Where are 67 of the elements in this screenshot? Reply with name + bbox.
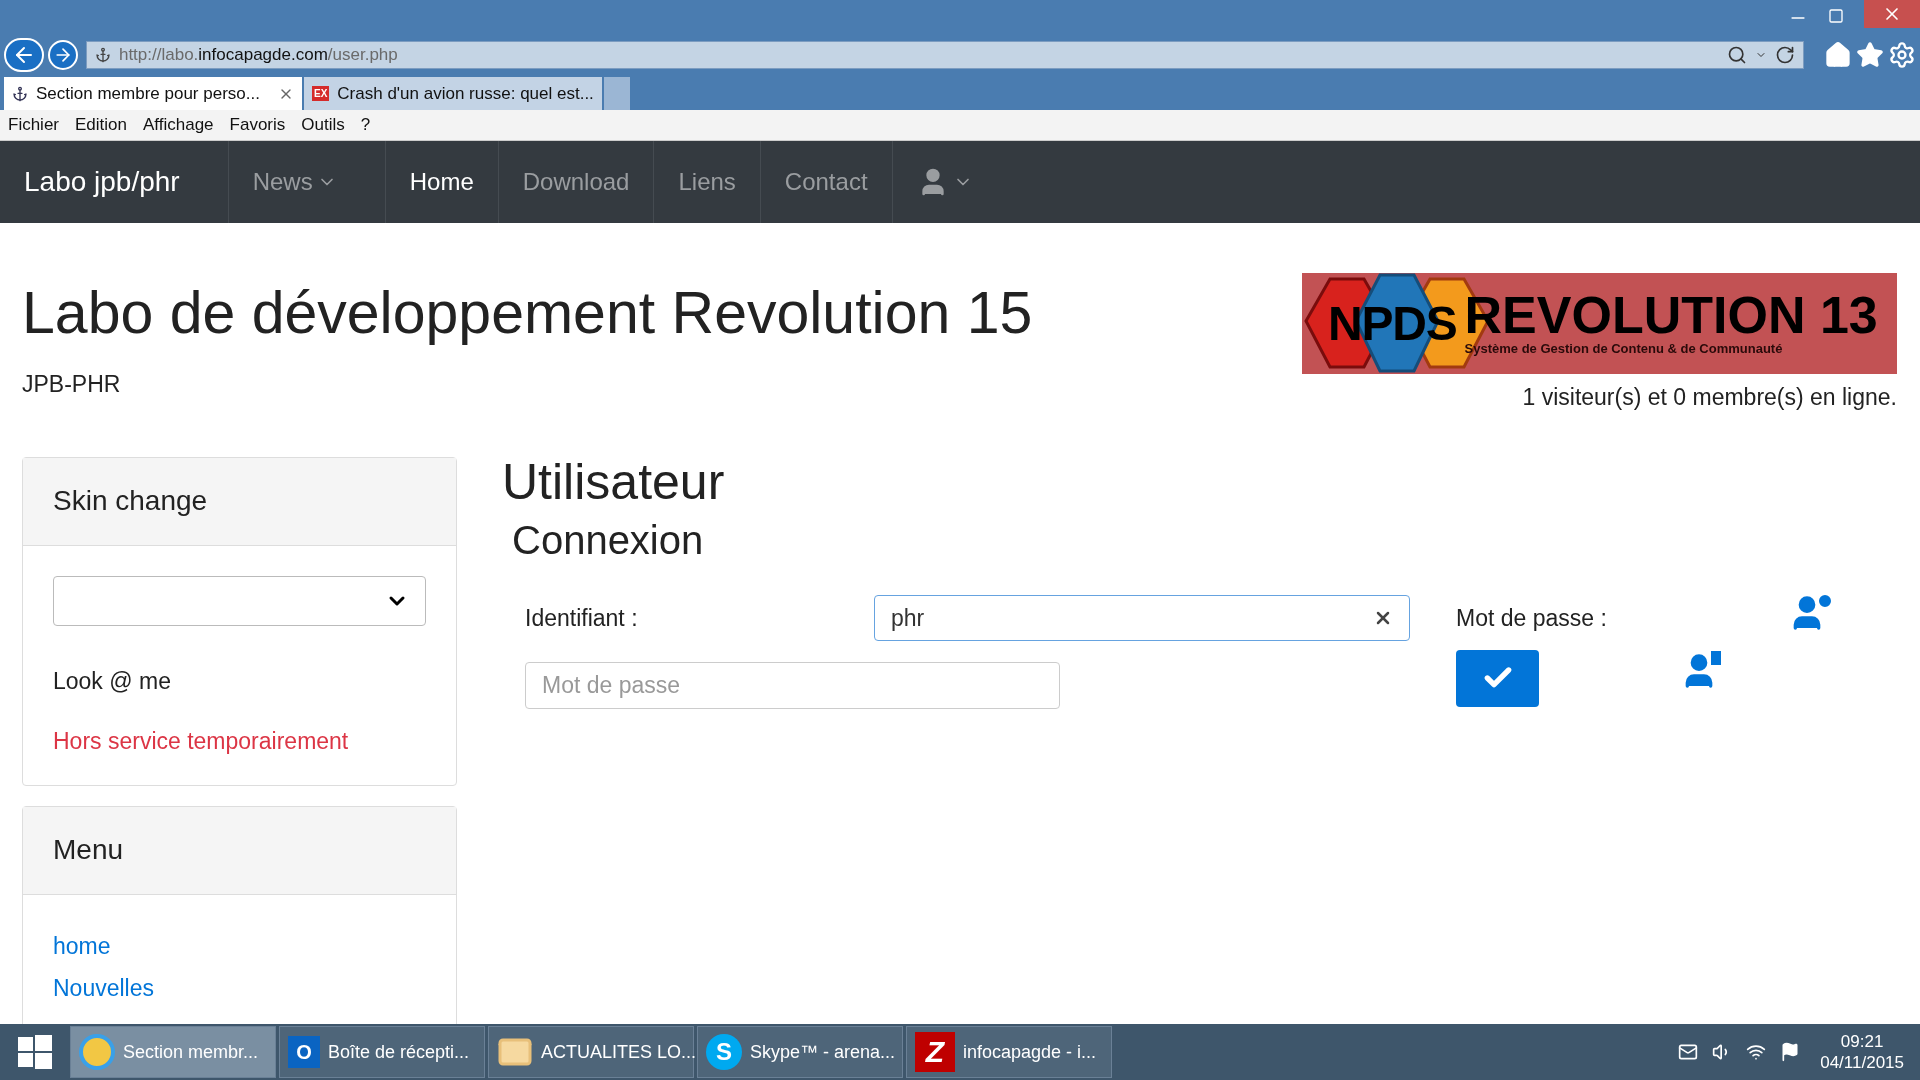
site-badge: EX — [312, 86, 330, 101]
password-field[interactable]: Mot de passe — [525, 661, 1060, 709]
browser-tab[interactable]: Section membre pour perso... — [4, 77, 302, 110]
nav-link[interactable]: Home — [384, 141, 498, 223]
taskbar-label: Section membr... — [123, 1040, 259, 1064]
outlook-icon: O — [288, 1036, 320, 1068]
menu-item[interactable]: Fichier — [8, 112, 59, 138]
menu-link[interactable]: Nouvelles — [53, 971, 426, 1006]
star-icon[interactable] — [1856, 41, 1885, 69]
forward-button[interactable] — [47, 40, 78, 70]
browser-icon — [79, 1034, 115, 1070]
address-text: http://labo.infocapagde.com/user.php — [118, 44, 398, 67]
back-button[interactable] — [4, 38, 44, 72]
address-field[interactable]: http://labo.infocapagde.com/user.php — [85, 41, 1805, 69]
logo-title: REVOLUTION 13 — [1464, 289, 1878, 342]
card-text: Look @ me — [53, 666, 172, 696]
taskbar-item[interactable]: S Skype™ - arena... — [697, 1026, 903, 1078]
taskbar-item[interactable]: Z infocapagde - i... — [906, 1026, 1112, 1078]
menu-item[interactable]: ? — [360, 112, 371, 138]
username-value: phr — [891, 603, 926, 633]
signal-icon[interactable] — [1746, 1042, 1767, 1062]
clock[interactable]: 09:21 04/11/2015 — [1820, 1030, 1904, 1074]
menu-item[interactable]: Edition — [75, 112, 127, 138]
warning-text: Hors service temporairement — [53, 727, 350, 756]
section-title: Utilisateur — [502, 452, 726, 512]
taskbar-label: Skype™ - arena... — [750, 1040, 896, 1064]
skype-icon: S — [706, 1034, 742, 1070]
anchor-icon — [12, 85, 28, 102]
filezilla-icon: Z — [915, 1032, 955, 1072]
taskbar-item[interactable]: ACTUALITES LO... — [488, 1026, 694, 1078]
search-icon[interactable] — [1727, 45, 1748, 65]
settings-icon[interactable] — [1888, 41, 1916, 69]
mail-icon[interactable] — [1678, 1042, 1699, 1062]
refresh-icon[interactable] — [1775, 45, 1796, 65]
home-icon[interactable] — [1824, 41, 1853, 69]
taskbar-item[interactable]: O Boîte de récepti... — [279, 1026, 485, 1078]
anchor-icon — [94, 47, 111, 63]
field-label: Mot de passe : — [1456, 604, 1607, 633]
nav-link[interactable]: Contact — [759, 141, 892, 223]
page-title: Labo de développement Revolution 15 — [22, 279, 1033, 348]
field-label: Identifiant : — [525, 604, 638, 633]
tab-title: Section membre pour perso... — [36, 82, 261, 105]
browser-tab[interactable]: EX Crash d'un avion russe: quel est... — [304, 77, 602, 110]
username-field[interactable]: phr — [874, 595, 1410, 641]
flag-icon[interactable] — [1780, 1042, 1801, 1062]
menu-item[interactable]: Affichage — [143, 112, 214, 138]
menu-link[interactable]: home — [53, 928, 426, 963]
site-subtitle: JPB-PHR — [22, 369, 122, 399]
card-title: Skin change — [53, 484, 208, 518]
nav-link[interactable]: News — [227, 141, 361, 223]
logo-tagline: Système de Gestion de Contenu & de Communauté — [1464, 341, 1784, 358]
nav-link[interactable]: Liens — [653, 141, 760, 223]
taskbar-label: infocapagde - i... — [963, 1040, 1097, 1064]
close-button[interactable] — [1864, 0, 1920, 28]
menu-item[interactable]: Favoris — [229, 112, 286, 138]
taskbar-label: ACTUALITES LO... — [541, 1040, 697, 1064]
restore-icon[interactable] — [1828, 8, 1844, 24]
online-count: 1 visiteur(s) et 0 membre(s) en ligne. — [1522, 383, 1897, 412]
nav-link[interactable]: Download — [497, 141, 654, 223]
windows-icon — [18, 1035, 52, 1069]
taskbar-label: Boîte de récepti... — [328, 1040, 470, 1064]
card-title: Menu — [53, 833, 124, 867]
tab-title: Crash d'un avion russe: quel est... — [337, 82, 594, 105]
form-title: Connexion — [512, 517, 705, 564]
submit-button[interactable] — [1456, 649, 1539, 707]
site-brand[interactable]: Labo jpb/phr — [24, 161, 180, 203]
menu-item[interactable]: Outils — [301, 112, 345, 138]
